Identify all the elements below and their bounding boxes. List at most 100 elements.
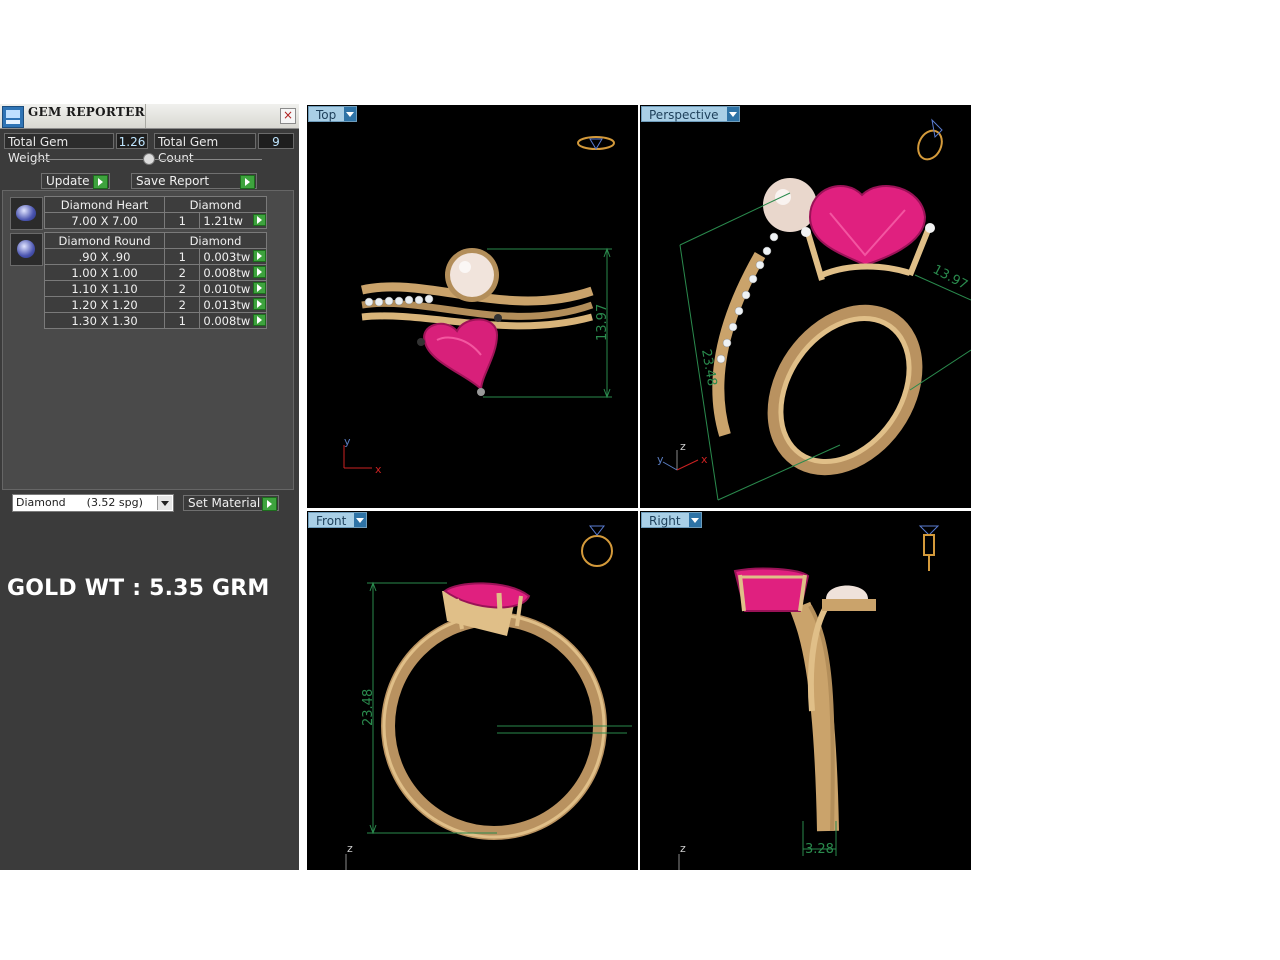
gem-size-cell: 1.30 X 1.30	[43, 312, 166, 329]
ring-orientation-icon[interactable]	[577, 136, 615, 150]
viewport-right[interactable]: 3.28 z Right	[640, 511, 971, 870]
gem-shape-cell: Diamond Round	[43, 232, 166, 249]
viewport-label-right[interactable]: Right	[641, 512, 702, 528]
table-row[interactable]: 1.30 X 1.30 1 0.008tw	[43, 312, 267, 329]
viewport-label-text: Top	[316, 108, 337, 122]
table-row[interactable]: 7.00 X 7.00 1 1.21tw	[43, 212, 267, 229]
viewport-label-text: Front	[316, 514, 347, 528]
gem-weight-cell: 1.21tw	[203, 213, 243, 228]
axis-z-label: z	[680, 440, 686, 453]
gem-group-table: Diamond Round Diamond .90 X .90 1 0.003t…	[43, 232, 267, 329]
splitter-handle-icon[interactable]	[143, 153, 155, 165]
select-gem-arrow-icon[interactable]	[253, 282, 266, 294]
gem-count-cell: 1	[164, 312, 201, 329]
gem-reporter-body: Total Gem Weight 1.26 Total Gem Count 9 …	[0, 129, 299, 870]
select-gem-arrow-icon[interactable]	[253, 214, 266, 226]
heart-gem-icon	[16, 205, 36, 221]
ring-orientation-icon[interactable]	[581, 525, 613, 567]
top-view-render: 13.97 y x	[343, 136, 615, 476]
ring-orientation-icon[interactable]	[914, 118, 947, 163]
play-arrow-icon	[240, 175, 255, 189]
select-gem-arrow-icon[interactable]	[253, 298, 266, 310]
right-dimension-label: 3.28	[805, 842, 834, 857]
gem-reporter-panel: GEM REPORTER × Total Gem Weight 1.26 Tot…	[0, 104, 299, 870]
gem-count-cell: 2	[164, 264, 201, 281]
select-gem-arrow-icon[interactable]	[253, 266, 266, 278]
gem-shape-cell: Diamond Heart	[43, 196, 166, 213]
gem-size-cell: 1.20 X 1.20	[43, 296, 166, 313]
perspective-dimension-a: 13.97	[930, 262, 970, 293]
close-button[interactable]: ×	[280, 108, 296, 124]
play-arrow-icon	[93, 175, 108, 189]
total-count-label: Total Gem Count	[154, 133, 256, 165]
front-dimension-label: 23.48	[361, 689, 376, 726]
save-report-button[interactable]: Save Report	[131, 173, 257, 189]
update-button-label: Update	[46, 174, 90, 188]
gem-count-cell: 2	[164, 280, 201, 297]
title-divider	[145, 104, 146, 128]
viewport-divider	[299, 104, 307, 870]
play-arrow-icon	[262, 497, 277, 511]
perspective-view-render: 13.97 23.48 z y x	[657, 118, 971, 501]
save-report-button-label: Save Report	[136, 174, 210, 188]
select-gem-arrow-icon[interactable]	[253, 250, 266, 262]
table-row[interactable]: 1.10 X 1.10 2 0.010tw	[43, 280, 267, 297]
gem-reporter-titlebar: GEM REPORTER ×	[0, 104, 299, 129]
viewport-label-text: Right	[649, 514, 681, 528]
gem-count-cell: 1	[164, 248, 201, 265]
app-logo-icon	[2, 106, 24, 128]
gem-group-header: Diamond Round Diamond	[43, 232, 267, 249]
gem-weight-cell: 0.008tw	[203, 265, 251, 280]
axis-y-label: y	[657, 453, 664, 466]
gem-weight-cell: 0.010tw	[203, 281, 251, 296]
dropdown-arrow-icon[interactable]	[726, 107, 739, 121]
material-select[interactable]: Diamond (3.52 spg)	[12, 494, 174, 512]
stats-row: Total Gem Weight 1.26 Total Gem Count 9	[0, 133, 299, 165]
set-material-button-label: Set Material	[188, 496, 261, 510]
axis-z-label: z	[347, 842, 353, 855]
total-weight-label: Total Gem Weight	[4, 133, 114, 165]
gem-weight-cell: 0.013tw	[203, 297, 251, 312]
window-title: GEM REPORTER	[28, 105, 145, 119]
table-row[interactable]: .90 X .90 1 0.003tw	[43, 248, 267, 265]
gem-list-area: Diamond Heart Diamond 7.00 X 7.00 1 1.21…	[2, 190, 294, 490]
gem-weight-cell: 0.008tw	[203, 313, 251, 328]
material-select-value: Diamond (3.52 spg)	[16, 496, 143, 509]
gem-count-cell: 1	[164, 212, 201, 229]
viewport-front[interactable]: 23.48 z Front	[307, 511, 638, 870]
axis-x-label: x	[701, 453, 708, 466]
gem-thumbnail-round[interactable]	[10, 233, 43, 266]
table-row[interactable]: 1.00 X 1.00 2 0.008tw	[43, 264, 267, 281]
gem-material-cell: Diamond	[164, 196, 267, 213]
gem-size-cell: .90 X .90	[43, 248, 166, 265]
axis-y-label: y	[344, 435, 351, 448]
gem-size-cell: 7.00 X 7.00	[43, 212, 166, 229]
top-dimension-label: 13.97	[595, 304, 610, 341]
gem-size-cell: 1.00 X 1.00	[43, 264, 166, 281]
dropdown-arrow-icon[interactable]	[344, 107, 357, 121]
gold-weight-text: GOLD WT : 5.35 GRM	[7, 576, 270, 601]
dropdown-arrow-icon[interactable]	[688, 513, 701, 527]
ring-orientation-icon[interactable]	[918, 525, 940, 571]
viewport-label-top[interactable]: Top	[308, 106, 358, 122]
total-count-value: 9	[258, 133, 294, 149]
viewport-label-perspective[interactable]: Perspective	[641, 106, 740, 122]
viewport-perspective[interactable]: 13.97 23.48 z y x Perspective	[640, 105, 971, 508]
axis-z-label: z	[680, 842, 686, 855]
chevron-down-icon[interactable]	[157, 496, 172, 510]
viewport-top[interactable]: 13.97 y x Top	[307, 105, 638, 508]
viewport-label-front[interactable]: Front	[308, 512, 368, 528]
front-view-render: 23.48 z	[345, 525, 632, 870]
gem-group-header: Diamond Heart Diamond	[43, 196, 267, 213]
axis-x-label: x	[375, 463, 382, 476]
gem-count-cell: 2	[164, 296, 201, 313]
update-button[interactable]: Update	[41, 173, 110, 189]
gem-group-table: Diamond Heart Diamond 7.00 X 7.00 1 1.21…	[43, 196, 267, 229]
gem-weight-cell: 0.003tw	[203, 249, 251, 264]
table-row[interactable]: 1.20 X 1.20 2 0.013tw	[43, 296, 267, 313]
select-gem-arrow-icon[interactable]	[253, 314, 266, 326]
gem-thumbnail-heart[interactable]	[10, 197, 43, 230]
right-view-render: 3.28 z	[678, 525, 940, 870]
set-material-button[interactable]: Set Material	[183, 495, 279, 511]
dropdown-arrow-icon[interactable]	[354, 513, 367, 527]
